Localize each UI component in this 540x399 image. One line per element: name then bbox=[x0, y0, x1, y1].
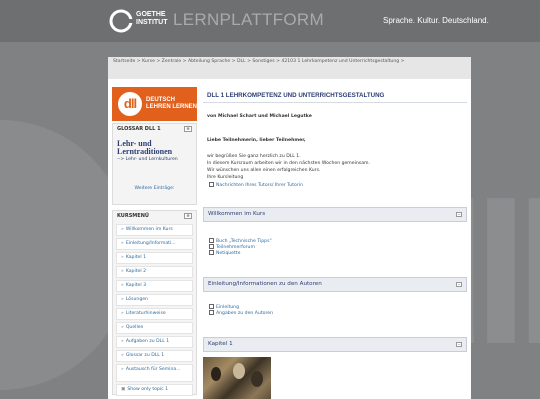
tutor-message-label: Nachrichten Ihres Tutors/ Ihrer Tutorin bbox=[216, 183, 303, 188]
photo-figure bbox=[251, 371, 263, 387]
course-menu-item[interactable]: » Kapitel 1 bbox=[116, 252, 193, 264]
course-menu-item[interactable]: » Willkommen im Kurs bbox=[116, 224, 193, 236]
resource-label: Angaben zu den Autoren bbox=[216, 311, 273, 316]
bullet-icon: » bbox=[121, 255, 124, 260]
glossary-block: GLOSSAR DLL 1 ≡ Lehr- und Lerntraditione… bbox=[112, 123, 197, 205]
course-menu-item-label: Austausch für Semina... bbox=[125, 367, 181, 372]
platform-title: LERNPLATTFORM bbox=[173, 10, 324, 29]
dll-logo[interactable]: dll DEUTSCH LEHREN LERNEN bbox=[112, 87, 197, 121]
course-menu-title: KURSMENÜ bbox=[117, 213, 149, 219]
bullet-icon: » bbox=[121, 227, 124, 232]
bullet-icon: » bbox=[121, 311, 124, 316]
course-menu-item[interactable]: » Lösungen bbox=[116, 294, 193, 306]
course-menu-item[interactable]: ▣ Show only topic 1 bbox=[116, 384, 193, 396]
course-menu-item[interactable]: » Quellen bbox=[116, 322, 193, 334]
course-menu-item-label: Glossar zu DLL 1 bbox=[125, 353, 165, 358]
section-title: Kapitel 1 bbox=[208, 341, 233, 347]
course-menu-item-label: Literaturhinweise bbox=[125, 311, 166, 316]
goethe-logo-icon[interactable] bbox=[109, 9, 133, 33]
course-menu-block: KURSMENÜ ≡ » Willkommen im Kurs» Einleitun… bbox=[112, 210, 197, 396]
section-title: Willkommen im Kurs bbox=[208, 211, 266, 217]
intro-line: Ihre Kursleitung bbox=[207, 175, 244, 180]
course-menu-header: KURSMENÜ ≡ bbox=[113, 211, 196, 222]
resource-link[interactable]: Netiquette bbox=[209, 250, 240, 257]
intro-line: Wir wünschen uns allen einen erfolgreich… bbox=[207, 168, 321, 173]
authors: von Michael Schart und Michael Legutke bbox=[207, 114, 312, 119]
show-topic-icon: ▣ bbox=[121, 387, 126, 392]
course-menu-item-label: Kapitel 2 bbox=[125, 269, 147, 274]
dll-mark-icon: dll bbox=[118, 92, 142, 116]
dll-brand-text: DEUTSCH LEHREN LERNEN bbox=[146, 97, 198, 110]
course-menu-item[interactable]: » Literaturhinweise bbox=[116, 308, 193, 320]
course-menu-item-label: Quellen bbox=[125, 325, 144, 330]
page-title: DLL 1 LEHRKOMPETENZ UND UNTERRICHTSGESTA… bbox=[203, 87, 467, 103]
course-menu-item[interactable]: » Austausch für Semina... bbox=[116, 364, 193, 382]
glossary-title: GLOSSAR DLL 1 bbox=[117, 126, 161, 132]
bullet-icon: » bbox=[121, 283, 124, 288]
section-title: Einleitung/Informationen zu den Autoren bbox=[208, 281, 322, 287]
bullet-icon: » bbox=[121, 353, 124, 358]
glossary-term-link[interactable]: --> Lehr- und Lernkulturen bbox=[113, 157, 196, 163]
header-bar: GOETHE INSTITUT LERNPLATTFORM Sprache. K… bbox=[0, 0, 540, 42]
bullet-icon: » bbox=[121, 269, 124, 274]
course-menu-item[interactable]: » Einleitung/Informati... bbox=[116, 238, 193, 250]
bullet-icon: » bbox=[121, 241, 124, 246]
document-icon bbox=[209, 310, 214, 315]
page-icon bbox=[209, 304, 214, 309]
greeting: Liebe Teilnehmerin, lieber Teilnehmer, bbox=[207, 138, 306, 143]
document-icon bbox=[209, 250, 214, 255]
intro-line: In diesem Kursraum arbeiten wir in den n… bbox=[207, 161, 370, 166]
bullet-icon: » bbox=[121, 339, 124, 344]
forum-icon bbox=[209, 182, 214, 187]
section-collapse-icon[interactable]: − bbox=[456, 282, 462, 287]
course-menu-item-label: Kapitel 3 bbox=[125, 283, 147, 288]
chapter-photo bbox=[203, 357, 271, 399]
course-menu-item-label: Show only topic 1 bbox=[127, 387, 169, 392]
photo-figure bbox=[233, 363, 245, 379]
section-chapter-1: Kapitel 1 − bbox=[203, 337, 467, 352]
bullet-icon: » bbox=[121, 367, 124, 372]
block-dock-icon[interactable]: ≡ bbox=[184, 213, 192, 219]
section-introduction: Einleitung/Informationen zu den Autoren … bbox=[203, 277, 467, 292]
tutor-message-link[interactable]: Nachrichten Ihres Tutors/ Ihrer Tutorin bbox=[209, 182, 303, 189]
resource-label: Netiquette bbox=[216, 251, 241, 256]
course-menu-item[interactable]: » Kapitel 2 bbox=[116, 266, 193, 278]
goethe-logo-text: GOETHE INSTITUT bbox=[136, 11, 168, 26]
glossary-term[interactable]: Lehr- und Lerntraditionen bbox=[113, 139, 196, 157]
section-collapse-icon[interactable]: − bbox=[456, 212, 462, 217]
page-container: Startseite > Kurse > Zentrale > Abteilun… bbox=[108, 57, 471, 399]
book-icon bbox=[209, 238, 214, 243]
tagline: Sprache. Kultur. Deutschland. bbox=[383, 16, 489, 25]
course-menu-item-label: Willkommen im Kurs bbox=[125, 227, 173, 232]
forum-icon bbox=[209, 244, 214, 249]
section-welcome: Willkommen im Kurs − bbox=[203, 207, 467, 222]
glossary-more-link[interactable]: Weitere Einträge: bbox=[113, 186, 196, 191]
course-menu-item-label: Aufgaben zu DLL 1 bbox=[125, 339, 170, 344]
block-dock-icon[interactable]: ≡ bbox=[184, 126, 192, 132]
intro-line: wir begrüßen Sie ganz herzlich zu DLL 1. bbox=[207, 154, 301, 159]
glossary-header: GLOSSAR DLL 1 ≡ bbox=[113, 124, 196, 135]
breadcrumb[interactable]: Startseite > Kurse > Zentrale > Abteilun… bbox=[108, 57, 471, 79]
bullet-icon: » bbox=[121, 297, 124, 302]
course-menu-item-label: Kapitel 1 bbox=[125, 255, 147, 260]
course-menu-item-label: Einleitung/Informati... bbox=[125, 241, 176, 246]
resource-link[interactable]: Angaben zu den Autoren bbox=[209, 310, 273, 317]
photo-figure bbox=[211, 367, 221, 381]
section-collapse-icon[interactable]: − bbox=[456, 342, 462, 347]
course-menu-item[interactable]: » Kapitel 3 bbox=[116, 280, 193, 292]
course-menu-list: » Willkommen im Kurs» Einleitung/Informati… bbox=[113, 224, 196, 396]
course-menu-item[interactable]: » Glossar zu DLL 1 bbox=[116, 350, 193, 362]
course-menu-item[interactable]: » Aufgaben zu DLL 1 bbox=[116, 336, 193, 348]
course-menu-item-label: Lösungen bbox=[125, 297, 148, 302]
bullet-icon: » bbox=[121, 325, 124, 330]
